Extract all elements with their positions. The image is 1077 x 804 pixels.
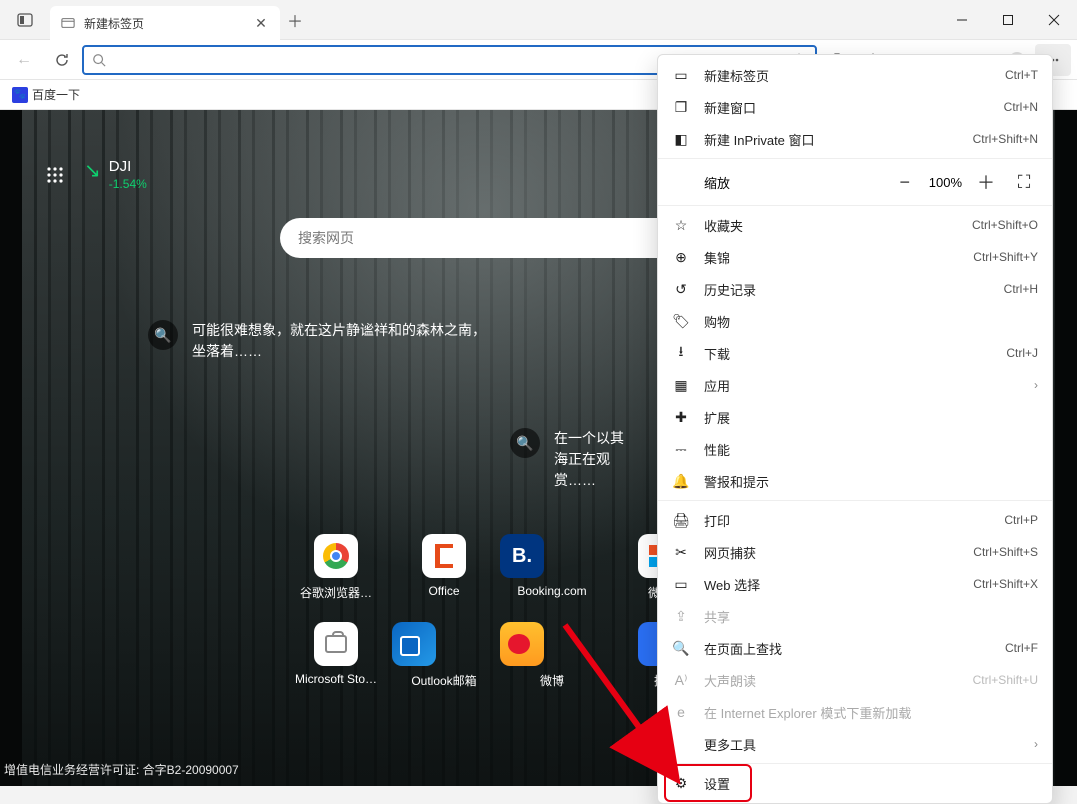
ntp-search-placeholder: 搜索网页 bbox=[298, 228, 354, 248]
menu-new-window[interactable]: ❐新建窗口Ctrl+N bbox=[658, 91, 1052, 123]
minimize-button[interactable] bbox=[939, 0, 985, 40]
menu-ie-mode: e在 Internet Explorer 模式下重新加载 bbox=[658, 696, 1052, 728]
booking-icon: B. bbox=[500, 534, 544, 578]
titlebar: 新建标签页 ✕ ＋ bbox=[0, 0, 1077, 40]
app-menu: ▭新建标签页Ctrl+T ❐新建窗口Ctrl+N ◧新建 InPrivate 窗… bbox=[657, 54, 1053, 804]
inprivate-icon: ◧ bbox=[672, 131, 690, 148]
window-controls bbox=[939, 0, 1077, 39]
fullscreen-button[interactable]: ⛶ bbox=[1010, 168, 1038, 196]
maximize-button[interactable] bbox=[985, 0, 1031, 40]
tab-title: 新建标签页 bbox=[84, 15, 244, 32]
menu-settings[interactable]: ⚙设置 bbox=[658, 767, 1052, 799]
stock-down-icon: ↘ bbox=[84, 158, 101, 191]
menu-inprivate[interactable]: ◧新建 InPrivate 窗口Ctrl+Shift+N bbox=[658, 123, 1052, 155]
menu-web-select[interactable]: ▭Web 选择Ctrl+Shift+X bbox=[658, 568, 1052, 600]
tile-label: Booking.com bbox=[500, 584, 604, 598]
menu-shopping[interactable]: 🏷购物 bbox=[658, 305, 1052, 337]
menu-share: ⇪共享 bbox=[658, 600, 1052, 632]
menu-performance[interactable]: ⎓性能 bbox=[658, 433, 1052, 465]
select-icon: ▭ bbox=[672, 576, 690, 593]
quick-link[interactable]: 微博 bbox=[500, 622, 604, 710]
menu-capture[interactable]: ✂网页捕获Ctrl+Shift+S bbox=[658, 536, 1052, 568]
search-icon: 🔍 bbox=[510, 428, 540, 458]
quick-links-grid: 谷歌浏览器… Office B.Booking.com 微软 Microsoft… bbox=[284, 534, 712, 710]
browser-tab[interactable]: 新建标签页 ✕ bbox=[50, 6, 280, 40]
bookmark-label: 百度一下 bbox=[32, 86, 80, 103]
menu-alerts[interactable]: 🔔警报和提示 bbox=[658, 465, 1052, 497]
speaker-icon: A⁾ bbox=[672, 672, 690, 689]
store-icon bbox=[325, 635, 347, 653]
menu-downloads[interactable]: ⭳下载Ctrl+J bbox=[658, 337, 1052, 369]
chrome-icon bbox=[323, 543, 349, 569]
gear-icon: ⚙ bbox=[672, 775, 690, 792]
quick-link[interactable]: Microsoft Sto… bbox=[284, 622, 388, 710]
capture-icon: ✂ bbox=[672, 544, 690, 561]
bell-icon: 🔔 bbox=[672, 473, 690, 490]
apps-grid-icon[interactable] bbox=[46, 166, 64, 184]
print-icon: 🖨 bbox=[672, 512, 690, 529]
footer-license: 增值电信业务经营许可证: 合字B2-20090007 bbox=[4, 761, 239, 778]
menu-read-aloud: A⁾大声朗读Ctrl+Shift+U bbox=[658, 664, 1052, 696]
tab-actions-button[interactable] bbox=[0, 0, 50, 39]
apps-icon: ▦ bbox=[672, 377, 690, 394]
search-icon bbox=[92, 53, 106, 67]
stock-widget[interactable]: ↘ DJI -1.54% bbox=[84, 158, 147, 191]
bookmark-favicon-icon: 🐾 bbox=[12, 87, 28, 103]
outlook-icon bbox=[392, 622, 436, 666]
tag-icon: 🏷 bbox=[672, 313, 690, 330]
chevron-right-icon: › bbox=[1034, 737, 1038, 751]
stock-change: -1.54% bbox=[109, 177, 147, 191]
chevron-right-icon: › bbox=[1034, 378, 1038, 392]
extensions-icon: ✚ bbox=[672, 409, 690, 426]
find-icon: 🔍 bbox=[672, 640, 690, 657]
quick-link[interactable]: B. Booking.com bbox=[500, 534, 604, 622]
feed-card[interactable]: 🔍 在一个以其海正在观赏…… bbox=[510, 428, 630, 491]
refresh-button[interactable] bbox=[44, 44, 80, 76]
menu-print[interactable]: 🖨打印Ctrl+P bbox=[658, 504, 1052, 536]
tile-label: 谷歌浏览器… bbox=[284, 584, 388, 601]
tab-icon: ▭ bbox=[672, 67, 690, 84]
pulse-icon: ⎓ bbox=[672, 441, 690, 458]
feed-card[interactable]: 🔍 可能很难想象，就在这片静谧祥和的森林之南，坐落着…… bbox=[148, 320, 488, 362]
history-icon: ↺ bbox=[672, 281, 690, 298]
menu-find[interactable]: 🔍在页面上查找Ctrl+F bbox=[658, 632, 1052, 664]
menu-more-tools[interactable]: 更多工具› bbox=[658, 728, 1052, 760]
feed-text: 可能很难想象，就在这片静谧祥和的森林之南，坐落着…… bbox=[192, 320, 488, 362]
weibo-icon bbox=[500, 622, 544, 666]
tile-label: Microsoft Sto… bbox=[284, 672, 388, 686]
quick-link[interactable]: Office bbox=[392, 534, 496, 622]
zoom-in-button[interactable]: ＋ bbox=[972, 168, 1000, 196]
search-icon: 🔍 bbox=[148, 320, 178, 350]
quick-link[interactable]: 谷歌浏览器… bbox=[284, 534, 388, 622]
menu-collections[interactable]: ⊕集锦Ctrl+Shift+Y bbox=[658, 241, 1052, 273]
tab-favicon-icon bbox=[60, 15, 76, 31]
new-tab-button[interactable]: ＋ bbox=[280, 0, 310, 39]
menu-history[interactable]: ↺历史记录Ctrl+H bbox=[658, 273, 1052, 305]
tab-close-button[interactable]: ✕ bbox=[252, 14, 270, 32]
close-window-button[interactable] bbox=[1031, 0, 1077, 40]
zoom-value: 100% bbox=[929, 175, 962, 190]
menu-extensions[interactable]: ✚扩展 bbox=[658, 401, 1052, 433]
star-icon: ☆ bbox=[672, 217, 690, 234]
tile-label: Office bbox=[392, 584, 496, 598]
window-icon: ❐ bbox=[672, 99, 690, 116]
share-icon: ⇪ bbox=[672, 608, 690, 625]
tile-label: Outlook邮箱 bbox=[392, 672, 496, 689]
collections-icon: ⊕ bbox=[672, 249, 690, 266]
office-icon bbox=[435, 544, 453, 568]
menu-favorites[interactable]: ☆收藏夹Ctrl+Shift+O bbox=[658, 209, 1052, 241]
menu-apps[interactable]: ▦应用› bbox=[658, 369, 1052, 401]
tile-label: 微博 bbox=[500, 672, 604, 689]
quick-link[interactable]: Outlook邮箱 bbox=[392, 622, 496, 710]
download-icon: ⭳ bbox=[672, 341, 690, 365]
stock-symbol: DJI bbox=[109, 158, 147, 175]
zoom-out-button[interactable]: − bbox=[891, 168, 919, 196]
zoom-label: 缩放 bbox=[672, 173, 881, 192]
back-button[interactable]: ← bbox=[6, 44, 42, 76]
menu-zoom-row: 缩放 − 100% ＋ ⛶ bbox=[658, 162, 1052, 202]
bookmark-item[interactable]: 🐾 百度一下 bbox=[12, 86, 80, 103]
feed-text: 在一个以其海正在观赏…… bbox=[554, 428, 630, 491]
menu-new-tab[interactable]: ▭新建标签页Ctrl+T bbox=[658, 59, 1052, 91]
ie-icon: e bbox=[672, 704, 690, 720]
